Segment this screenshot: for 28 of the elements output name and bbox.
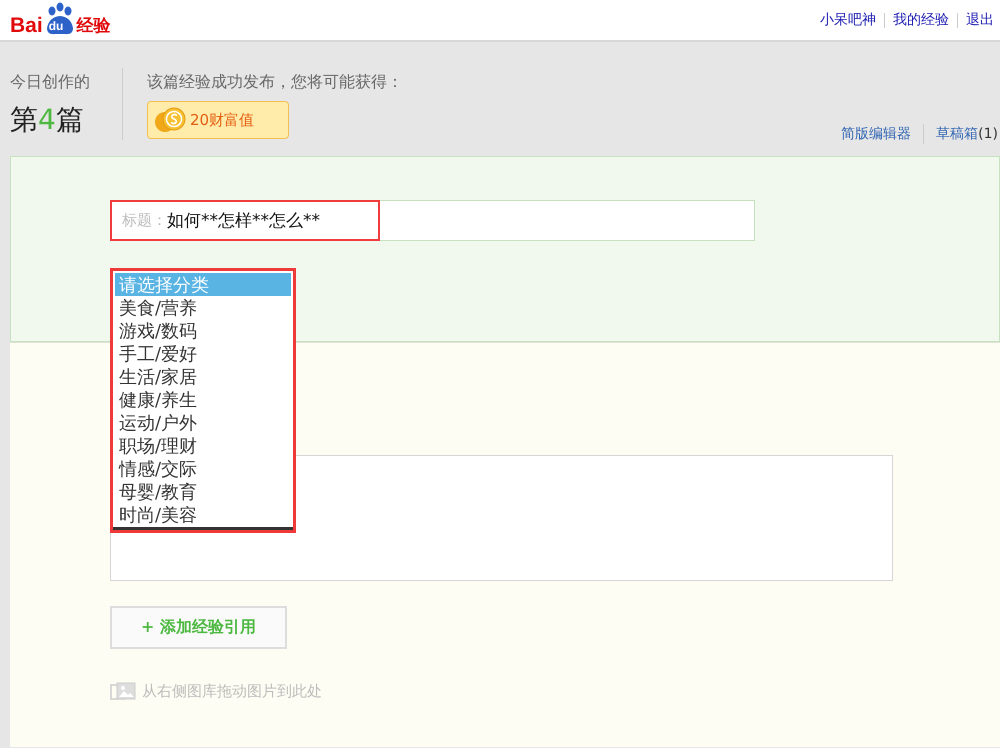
paw-logo: du <box>42 2 77 38</box>
reward-intro: 该篇经验成功发布，您将可能获得： <box>147 72 403 93</box>
category-option[interactable]: 手工/爱好 <box>115 342 291 365</box>
toolbar-link[interactable]: 简版编辑器 <box>841 125 912 143</box>
image-icon <box>110 681 136 701</box>
title-field[interactable]: 标题：如何**怎样**怎么** <box>110 200 755 241</box>
highlight-frame: 标题：如何**怎样**怎么** <box>110 200 380 241</box>
toolbar-link[interactable]: 草稿箱(1) <box>936 125 998 143</box>
article-count: 第4篇 <box>10 102 85 138</box>
category-option[interactable]: 运动/户外 <box>115 411 291 434</box>
image-drop-hint: 从右侧图库拖动图片到此处 <box>142 682 322 700</box>
today-label: 今日创作的 <box>10 72 91 93</box>
category-dropdown-menu[interactable]: 请选择分类 美食/营养 游戏/数码 手工/爱好 生活/家居 健康/养生 运动/户外 职场/理财 情感/交际 母婴/教育 时尚/美容 <box>110 268 296 533</box>
category-option[interactable]: 母婴/教育 <box>115 480 291 503</box>
category-option[interactable]: 美食/营养 <box>115 296 291 319</box>
header-link[interactable]: 退出 <box>966 11 994 29</box>
category-option[interactable]: 职场/理财 <box>115 434 291 457</box>
logo-text: Bai <box>10 14 43 38</box>
category-option[interactable]: 情感/交际 <box>115 457 291 480</box>
coins-icon <box>154 106 188 134</box>
logo-text: 经验 <box>76 15 111 38</box>
category-option[interactable]: 游戏/数码 <box>115 319 291 342</box>
reward-badge: 20财富值 <box>147 101 289 139</box>
category-option[interactable]: 时尚/美容 <box>115 503 291 526</box>
category-option[interactable]: 生活/家居 <box>115 365 291 388</box>
header-link[interactable]: 小呆吧神 <box>820 11 876 29</box>
category-option[interactable]: 健康/养生 <box>115 388 291 411</box>
header-link[interactable]: 我的经验 <box>893 11 949 29</box>
